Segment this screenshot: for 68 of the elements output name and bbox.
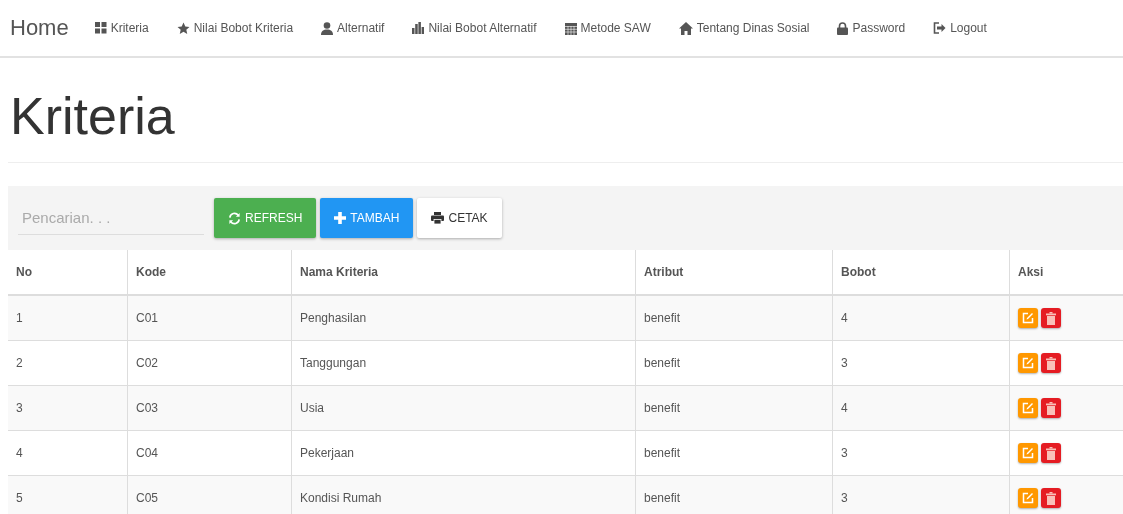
table-cell: benefit [635,385,833,431]
search-field[interactable]: Pencarian. . . [18,201,204,235]
table-cell: Tanggungan [291,340,636,386]
table-cell: C03 [127,385,292,431]
delete-button[interactable] [1041,353,1061,373]
bar-chart-icon [412,22,425,34]
table-cell: C01 [127,295,292,341]
home-icon [678,21,693,35]
edit-icon [1022,402,1034,414]
trash-icon [1046,401,1056,415]
trash-icon [1046,311,1056,325]
table-cell: Usia [291,385,636,431]
table-cell: C02 [127,340,292,386]
trash-icon [1046,356,1056,370]
nav-link[interactable]: Nilai Bobot Kriteria [176,21,294,35]
lock-icon [837,21,849,35]
edit-icon [1022,357,1034,369]
nav-link[interactable]: Nilai Bobot Alternatif [412,21,537,35]
table-cell: 4 [832,295,1010,341]
table-cell: Penghasilan [291,295,636,341]
delete-button[interactable] [1041,488,1061,508]
print-button[interactable]: CETAK [417,198,502,238]
home-link[interactable]: Home [10,15,69,41]
edit-icon [1022,492,1034,504]
table-cell: 3 [8,385,128,431]
table-cell: benefit [635,430,833,476]
table-cell: 3 [832,430,1010,476]
refresh-icon [228,211,241,225]
edit-button[interactable] [1018,398,1038,418]
table-cell: 4 [832,385,1010,431]
edit-icon [1022,447,1034,459]
nav-link[interactable]: Kriteria [94,21,149,35]
user-icon [321,21,334,35]
edit-button[interactable] [1018,488,1038,508]
printer-icon [431,212,445,224]
table-cell: benefit [635,340,833,386]
table-cell: C05 [127,475,292,514]
table-cell: benefit [635,295,833,341]
table-cell: 3 [832,340,1010,386]
table-cell: 1 [8,295,128,341]
nav-link[interactable]: Tentang Dinas Sosial [678,21,810,35]
table-cell: Kondisi Rumah [291,475,636,514]
table-cell: 3 [832,475,1010,514]
table-cell: Pekerjaan [291,430,636,476]
table-cell: 5 [8,475,128,514]
delete-button[interactable] [1041,308,1061,328]
nav-link[interactable]: Alternatif [321,21,385,35]
table-cell: benefit [635,475,833,514]
page-title: Kriteria [10,86,176,147]
trash-icon [1046,446,1056,460]
grid-icon [94,22,107,34]
table-cell: 2 [8,340,128,386]
delete-button[interactable] [1041,443,1061,463]
table-cell: C04 [127,430,292,476]
nav-link[interactable]: Metode SAW [564,21,651,35]
trash-icon [1046,491,1056,505]
edit-button[interactable] [1018,353,1038,373]
logout-icon [933,22,947,34]
delete-button[interactable] [1041,398,1061,418]
table-cell: 4 [8,430,128,476]
edit-icon [1022,312,1034,324]
calendar-icon [564,21,577,35]
plus-icon [334,212,347,224]
edit-button[interactable] [1018,308,1038,328]
nav-link[interactable]: Password [837,21,906,35]
edit-button[interactable] [1018,443,1038,463]
nav-link[interactable]: Logout [933,21,987,35]
star-icon [176,21,190,35]
